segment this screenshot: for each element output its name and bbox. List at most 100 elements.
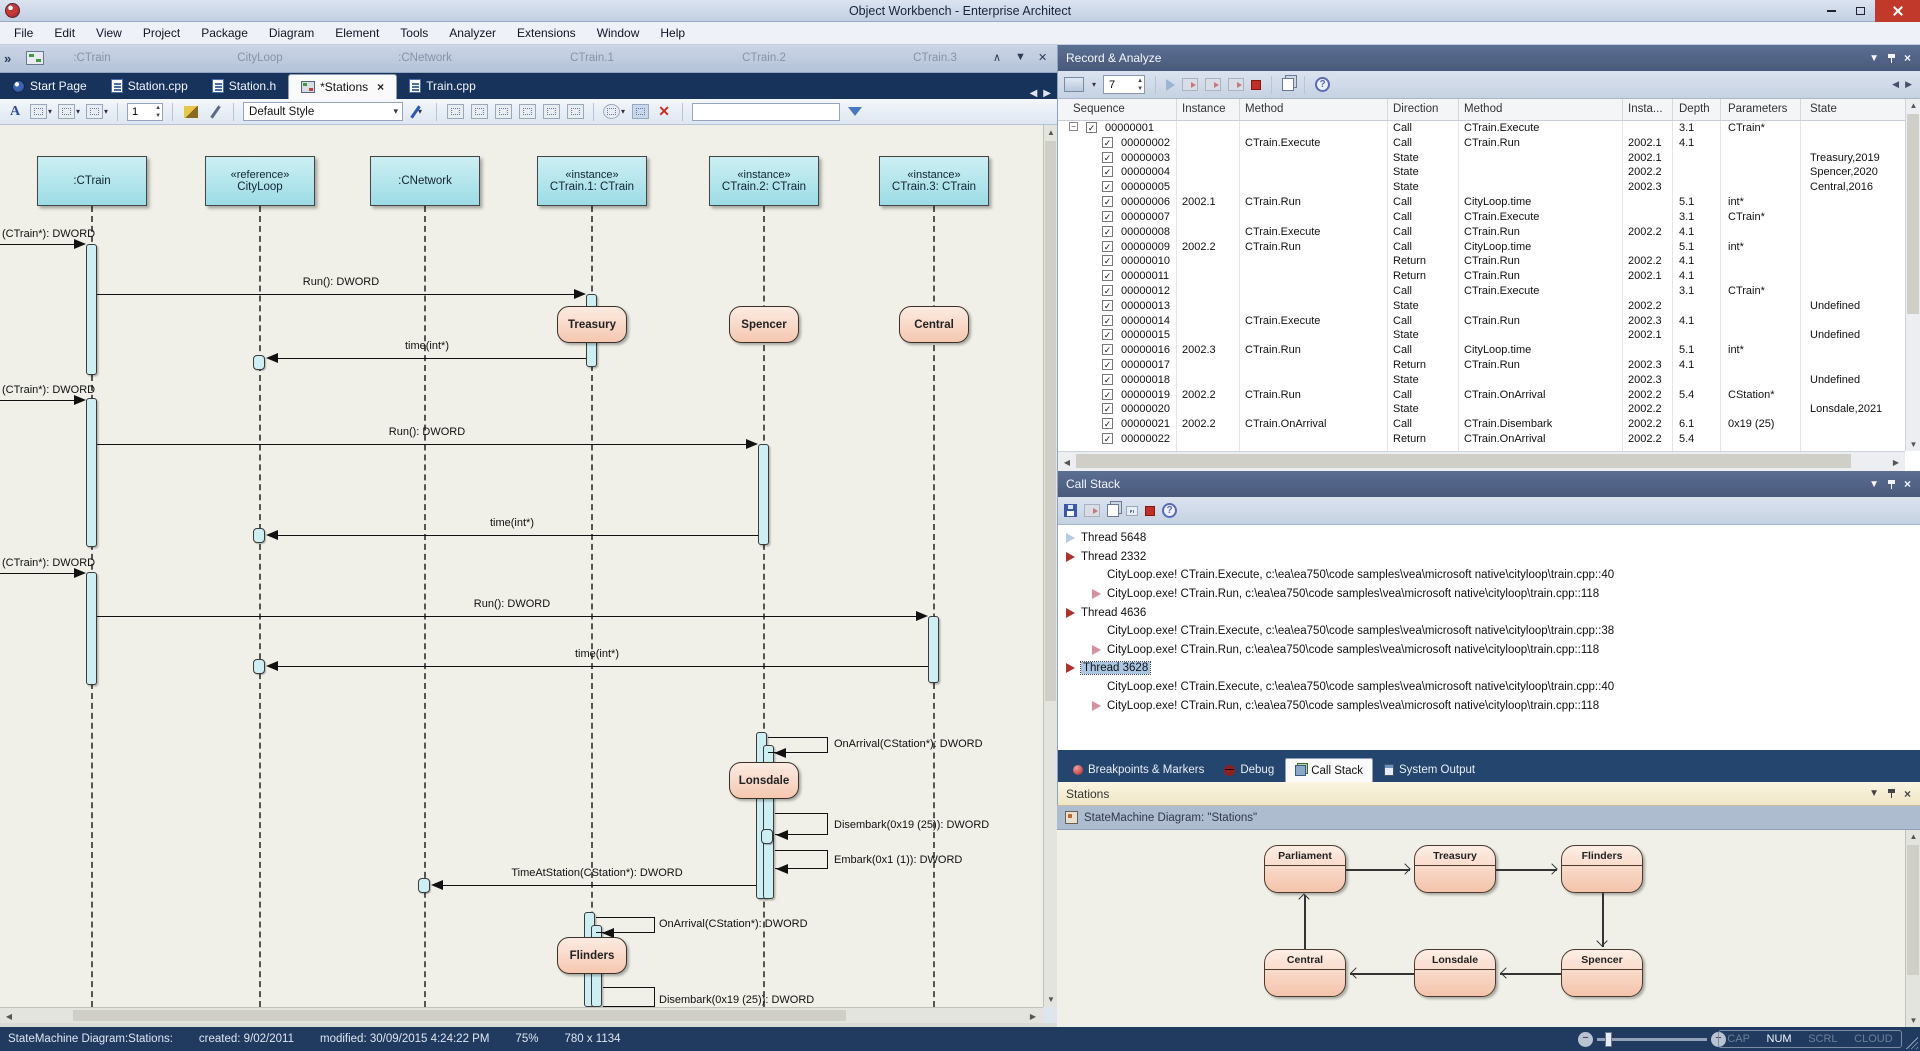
panel-menu-icon[interactable]: ▼ bbox=[1869, 479, 1879, 490]
delete-icon[interactable]: ✕ bbox=[655, 103, 673, 121]
format-painter-icon[interactable] bbox=[182, 103, 200, 121]
scroll-right-icon[interactable]: ▶ bbox=[1889, 458, 1903, 467]
col-depth[interactable]: Depth bbox=[1679, 103, 1710, 115]
record-analyze-titlebar[interactable]: Record & Analyze ▼ × bbox=[1058, 45, 1920, 71]
record-row[interactable]: ✓00000022ReturnCTrain.OnArrival2002.25.4 bbox=[1058, 432, 1905, 447]
scroll-left-icon[interactable]: ◀ bbox=[1060, 458, 1074, 467]
message-line[interactable] bbox=[442, 885, 756, 886]
message-label[interactable]: Disembark(0x19 (25)): DWORD bbox=[659, 994, 814, 1006]
line-color-button[interactable]: ▾ bbox=[86, 103, 108, 121]
lifeline-head-ctrain1[interactable]: «instance»CTrain.1: CTrain bbox=[537, 156, 647, 206]
help-icon[interactable]: ? bbox=[1162, 503, 1177, 518]
menu-diagram[interactable]: Diagram bbox=[269, 26, 314, 40]
node-parliament[interactable]: Parliament bbox=[1264, 845, 1346, 893]
col-direction[interactable]: Direction bbox=[1393, 103, 1438, 115]
record-row[interactable]: ✓000000162002.3CTrain.RunCallCityLoop.ti… bbox=[1058, 343, 1905, 358]
panel-close-icon[interactable]: × bbox=[1904, 477, 1911, 491]
node-flinders[interactable]: Flinders bbox=[1561, 845, 1643, 893]
activation-bar[interactable] bbox=[86, 572, 97, 685]
record-row[interactable]: ✓00000004State2002.2Spencer,2020 bbox=[1058, 165, 1905, 180]
node-spencer[interactable]: Spencer bbox=[1561, 949, 1643, 997]
frame-icon[interactable] bbox=[1126, 506, 1138, 516]
callstack-thread[interactable]: Thread 4636 bbox=[1058, 603, 1920, 622]
lifeline-head-ctrain3[interactable]: «instance»CTrain.3: CTrain bbox=[879, 156, 989, 206]
stations-breadcrumb[interactable]: StateMachine Diagram: "Stations" bbox=[1057, 806, 1920, 830]
activation-node[interactable] bbox=[761, 829, 773, 844]
tab-start-page[interactable]: Start Page bbox=[0, 73, 99, 99]
zoom-out-icon[interactable]: − bbox=[1578, 1032, 1593, 1047]
record-row[interactable]: −✓00000001CallCTrain.Execute3.1CTrain* bbox=[1058, 121, 1905, 136]
state-spencer[interactable]: Spencer bbox=[729, 306, 799, 343]
record-row[interactable]: ✓00000002CTrain.ExecuteCallCTrain.Run200… bbox=[1058, 136, 1905, 151]
same-width-icon[interactable] bbox=[542, 103, 560, 121]
align-bottom-icon[interactable] bbox=[518, 103, 536, 121]
message-line[interactable] bbox=[97, 444, 747, 445]
callstack-thread[interactable]: Thread 2332 bbox=[1058, 548, 1920, 567]
scroll-up-icon[interactable]: ▲ bbox=[1044, 128, 1058, 137]
font-button[interactable]: A bbox=[6, 103, 24, 121]
apply-style-button[interactable]: ▾ bbox=[409, 103, 427, 121]
message-label[interactable]: time(int*) bbox=[327, 340, 527, 352]
pin-icon[interactable] bbox=[1888, 789, 1895, 798]
col-method[interactable]: Method bbox=[1245, 103, 1283, 115]
scroll-left-icon[interactable]: ◀ bbox=[2, 1012, 16, 1021]
col-instance[interactable]: Instance bbox=[1182, 103, 1225, 115]
panel-scroll-left-icon[interactable]: ◀ bbox=[1892, 79, 1899, 90]
message-label[interactable]: Run(): DWORD bbox=[241, 276, 441, 288]
tab-train-cpp[interactable]: Train.cpp bbox=[397, 73, 488, 99]
scroll-right-icon[interactable]: ▶ bbox=[1026, 1012, 1040, 1021]
activation-bar[interactable] bbox=[86, 398, 97, 547]
scroll-down-icon[interactable]: ▼ bbox=[1906, 440, 1920, 449]
menu-window[interactable]: Window bbox=[597, 26, 640, 40]
record-row[interactable]: ✓000000212002.2CTrain.OnArrivalCallCTrai… bbox=[1058, 417, 1905, 432]
lifeline-head-ctrain2[interactable]: «instance»CTrain.2: CTrain bbox=[709, 156, 819, 206]
pin-icon[interactable] bbox=[1888, 54, 1895, 63]
record-row[interactable]: ✓00000010ReturnCTrain.Run2002.24.1 bbox=[1058, 254, 1905, 269]
menu-project[interactable]: Project bbox=[143, 26, 180, 40]
copy-icon[interactable] bbox=[1282, 78, 1294, 91]
message-line[interactable] bbox=[97, 616, 917, 617]
run-icon[interactable] bbox=[1166, 79, 1175, 91]
panel-menu-icon[interactable]: ▼ bbox=[1869, 788, 1879, 799]
workbench-item-cnetwork[interactable]: :CNetwork bbox=[398, 52, 452, 64]
col-method2[interactable]: Method bbox=[1464, 103, 1502, 115]
align-right-icon[interactable] bbox=[470, 103, 488, 121]
filter-funnel-icon[interactable] bbox=[846, 103, 864, 121]
message-line[interactable] bbox=[0, 400, 76, 401]
lifeline-head-ctrain[interactable]: :CTrain bbox=[37, 156, 147, 206]
record-row[interactable]: ✓00000011ReturnCTrain.Run2002.14.1 bbox=[1058, 269, 1905, 284]
lifeline-head-cityloop[interactable]: «reference»CityLoop bbox=[205, 156, 315, 206]
help-icon[interactable]: ? bbox=[1315, 77, 1330, 92]
node-central[interactable]: Central bbox=[1264, 949, 1346, 997]
menu-file[interactable]: File bbox=[14, 26, 33, 40]
step-into-icon[interactable] bbox=[1205, 78, 1221, 91]
scroll-up-icon[interactable]: ▲ bbox=[1906, 832, 1920, 841]
message-line[interactable] bbox=[97, 294, 575, 295]
menu-package[interactable]: Package bbox=[201, 26, 248, 40]
scroll-up-icon[interactable]: ▲ bbox=[1906, 101, 1920, 110]
message-label[interactable]: OnArrival(CStation*): DWORD bbox=[834, 738, 983, 750]
panel-menu-icon[interactable]: ▼ bbox=[1869, 53, 1879, 64]
record-row[interactable]: ✓00000017ReturnCTrain.Run2002.34.1 bbox=[1058, 358, 1905, 373]
node-treasury[interactable]: Treasury bbox=[1414, 845, 1496, 893]
message-label[interactable]: Embark(0x1 (1)): DWORD bbox=[834, 854, 962, 866]
state-treasury[interactable]: Treasury bbox=[557, 306, 627, 343]
same-height-icon[interactable] bbox=[566, 103, 584, 121]
step-over-icon[interactable] bbox=[1182, 78, 1198, 91]
callstack-frame[interactable]: CityLoop.exe! CTrain.Execute, c:\ea\ea75… bbox=[1058, 678, 1920, 697]
copy-icon[interactable] bbox=[1107, 504, 1119, 517]
record-horizontal-scrollbar[interactable]: ◀ ▶ bbox=[1058, 451, 1905, 471]
workbench-item-ctrain2[interactable]: CTrain.2 bbox=[742, 52, 786, 64]
auto-route-icon[interactable]: ▾ bbox=[603, 103, 625, 121]
strip-close-icon[interactable]: ✕ bbox=[1038, 51, 1047, 64]
record-vertical-scrollbar[interactable]: ▲ ▼ bbox=[1905, 99, 1920, 451]
scroll-down-icon[interactable]: ▼ bbox=[1044, 995, 1058, 1004]
diagram-filter-input[interactable] bbox=[692, 103, 840, 121]
callstack-frame[interactable]: CityLoop.exe! CTrain.Run, c:\ea\ea750\co… bbox=[1058, 585, 1920, 604]
align-left-icon[interactable] bbox=[446, 103, 464, 121]
callstack-frame[interactable]: CityLoop.exe! CTrain.Run, c:\ea\ea750\co… bbox=[1058, 641, 1920, 660]
message-line[interactable] bbox=[277, 535, 758, 536]
record-row[interactable]: ✓00000015State2002.1Undefined bbox=[1058, 328, 1905, 343]
message-line[interactable] bbox=[0, 244, 76, 245]
stations-titlebar[interactable]: Stations ▼ × bbox=[1057, 782, 1920, 806]
